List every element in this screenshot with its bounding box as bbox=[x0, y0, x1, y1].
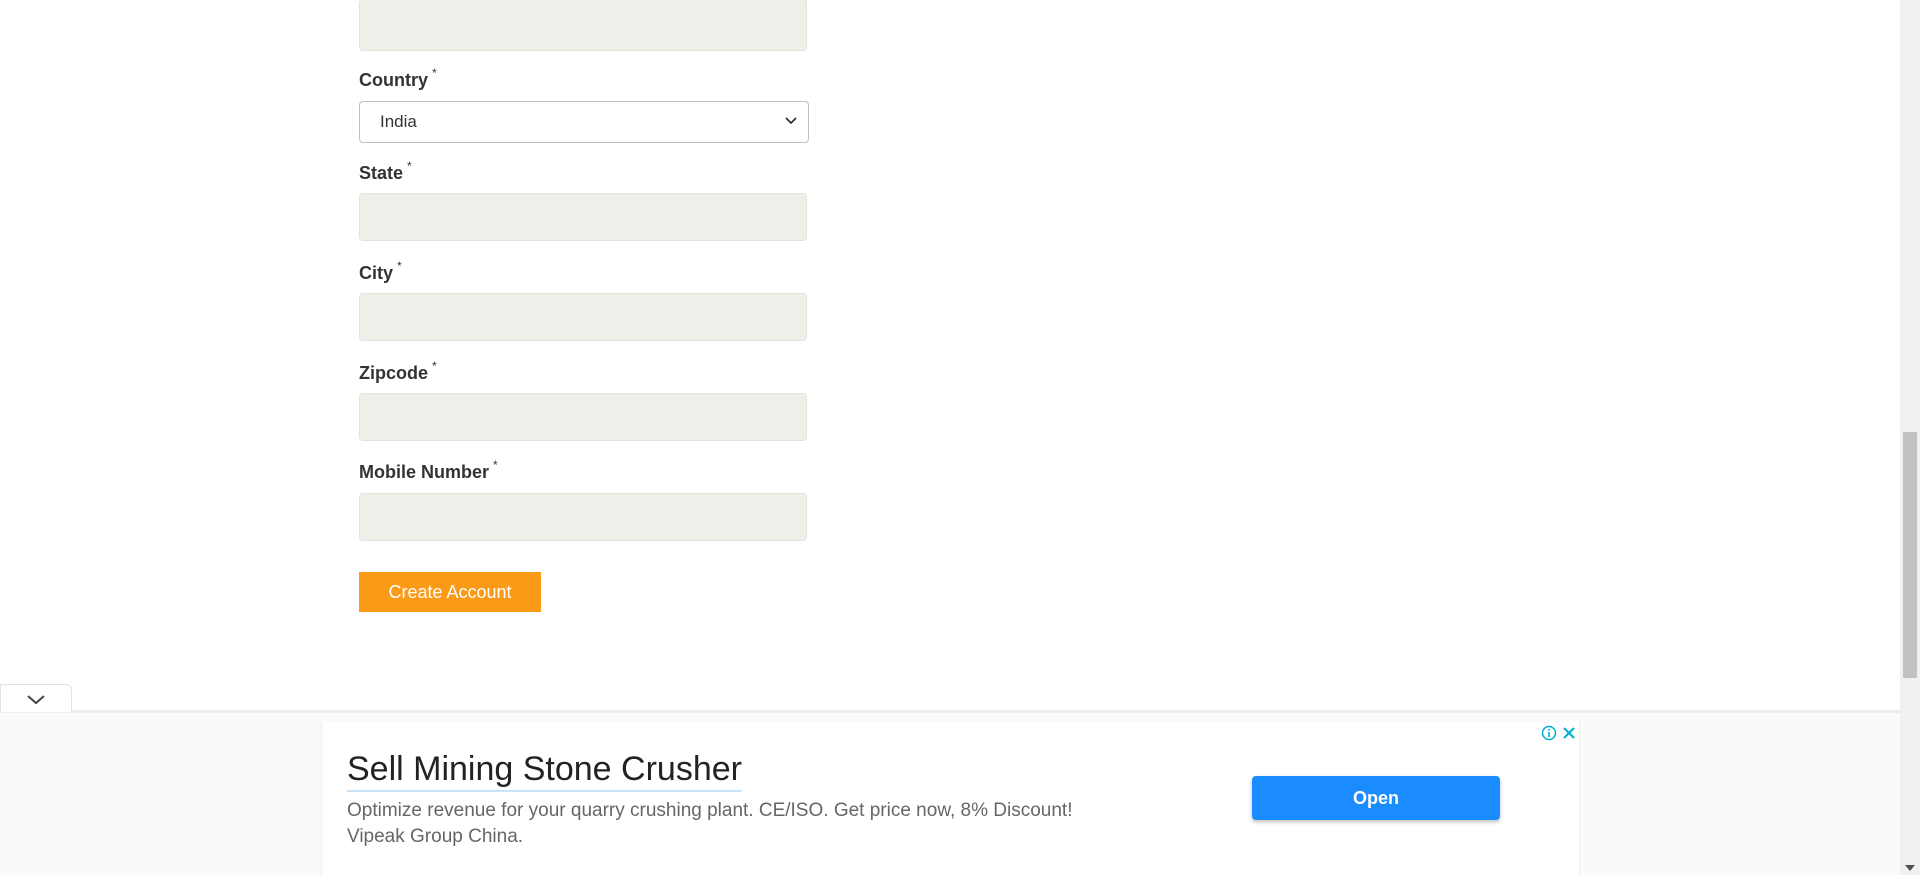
create-account-button[interactable]: Create Account bbox=[359, 572, 541, 612]
info-icon[interactable] bbox=[1541, 725, 1557, 741]
country-selected-value: India bbox=[380, 112, 417, 131]
required-mark: * bbox=[397, 259, 402, 273]
ad-advertiser: Vipeak Group China. bbox=[347, 826, 524, 847]
required-mark: * bbox=[432, 359, 437, 373]
ad-description-line: Optimize revenue for your quarry crushin… bbox=[347, 800, 1073, 821]
required-mark: * bbox=[493, 458, 498, 472]
ad-divider bbox=[0, 710, 1900, 713]
city-label: City * bbox=[359, 259, 402, 284]
state-label: State * bbox=[359, 159, 412, 184]
ad-open-button[interactable]: Open bbox=[1252, 776, 1500, 820]
chevron-down-icon bbox=[27, 695, 45, 705]
country-label: Country * bbox=[359, 66, 437, 91]
ad-description: Optimize revenue for your quarry crushin… bbox=[347, 798, 1207, 850]
city-field[interactable] bbox=[359, 293, 807, 341]
close-icon[interactable] bbox=[1562, 726, 1576, 740]
country-label-text: Country bbox=[359, 70, 428, 90]
address-field[interactable] bbox=[359, 0, 807, 51]
zipcode-label: Zipcode * bbox=[359, 359, 437, 384]
mobile-label: Mobile Number * bbox=[359, 458, 498, 483]
required-mark: * bbox=[432, 66, 437, 80]
ad-title[interactable]: Sell Mining Stone Crusher bbox=[347, 750, 742, 792]
country-select[interactable]: India bbox=[359, 101, 809, 143]
state-field[interactable] bbox=[359, 193, 807, 241]
zipcode-field[interactable] bbox=[359, 393, 807, 441]
scroll-down-arrow-icon[interactable] bbox=[1905, 865, 1915, 871]
vertical-scrollbar[interactable] bbox=[1900, 0, 1920, 875]
state-label-text: State bbox=[359, 163, 404, 183]
city-label-text: City bbox=[359, 263, 394, 283]
required-mark: * bbox=[407, 159, 412, 173]
scrollbar-thumb[interactable] bbox=[1903, 432, 1917, 678]
ad-collapse-tab[interactable] bbox=[0, 684, 72, 712]
chevron-down-icon bbox=[785, 117, 797, 125]
mobile-label-text: Mobile Number bbox=[359, 462, 490, 482]
zipcode-label-text: Zipcode bbox=[359, 363, 429, 383]
mobile-field[interactable] bbox=[359, 493, 807, 541]
